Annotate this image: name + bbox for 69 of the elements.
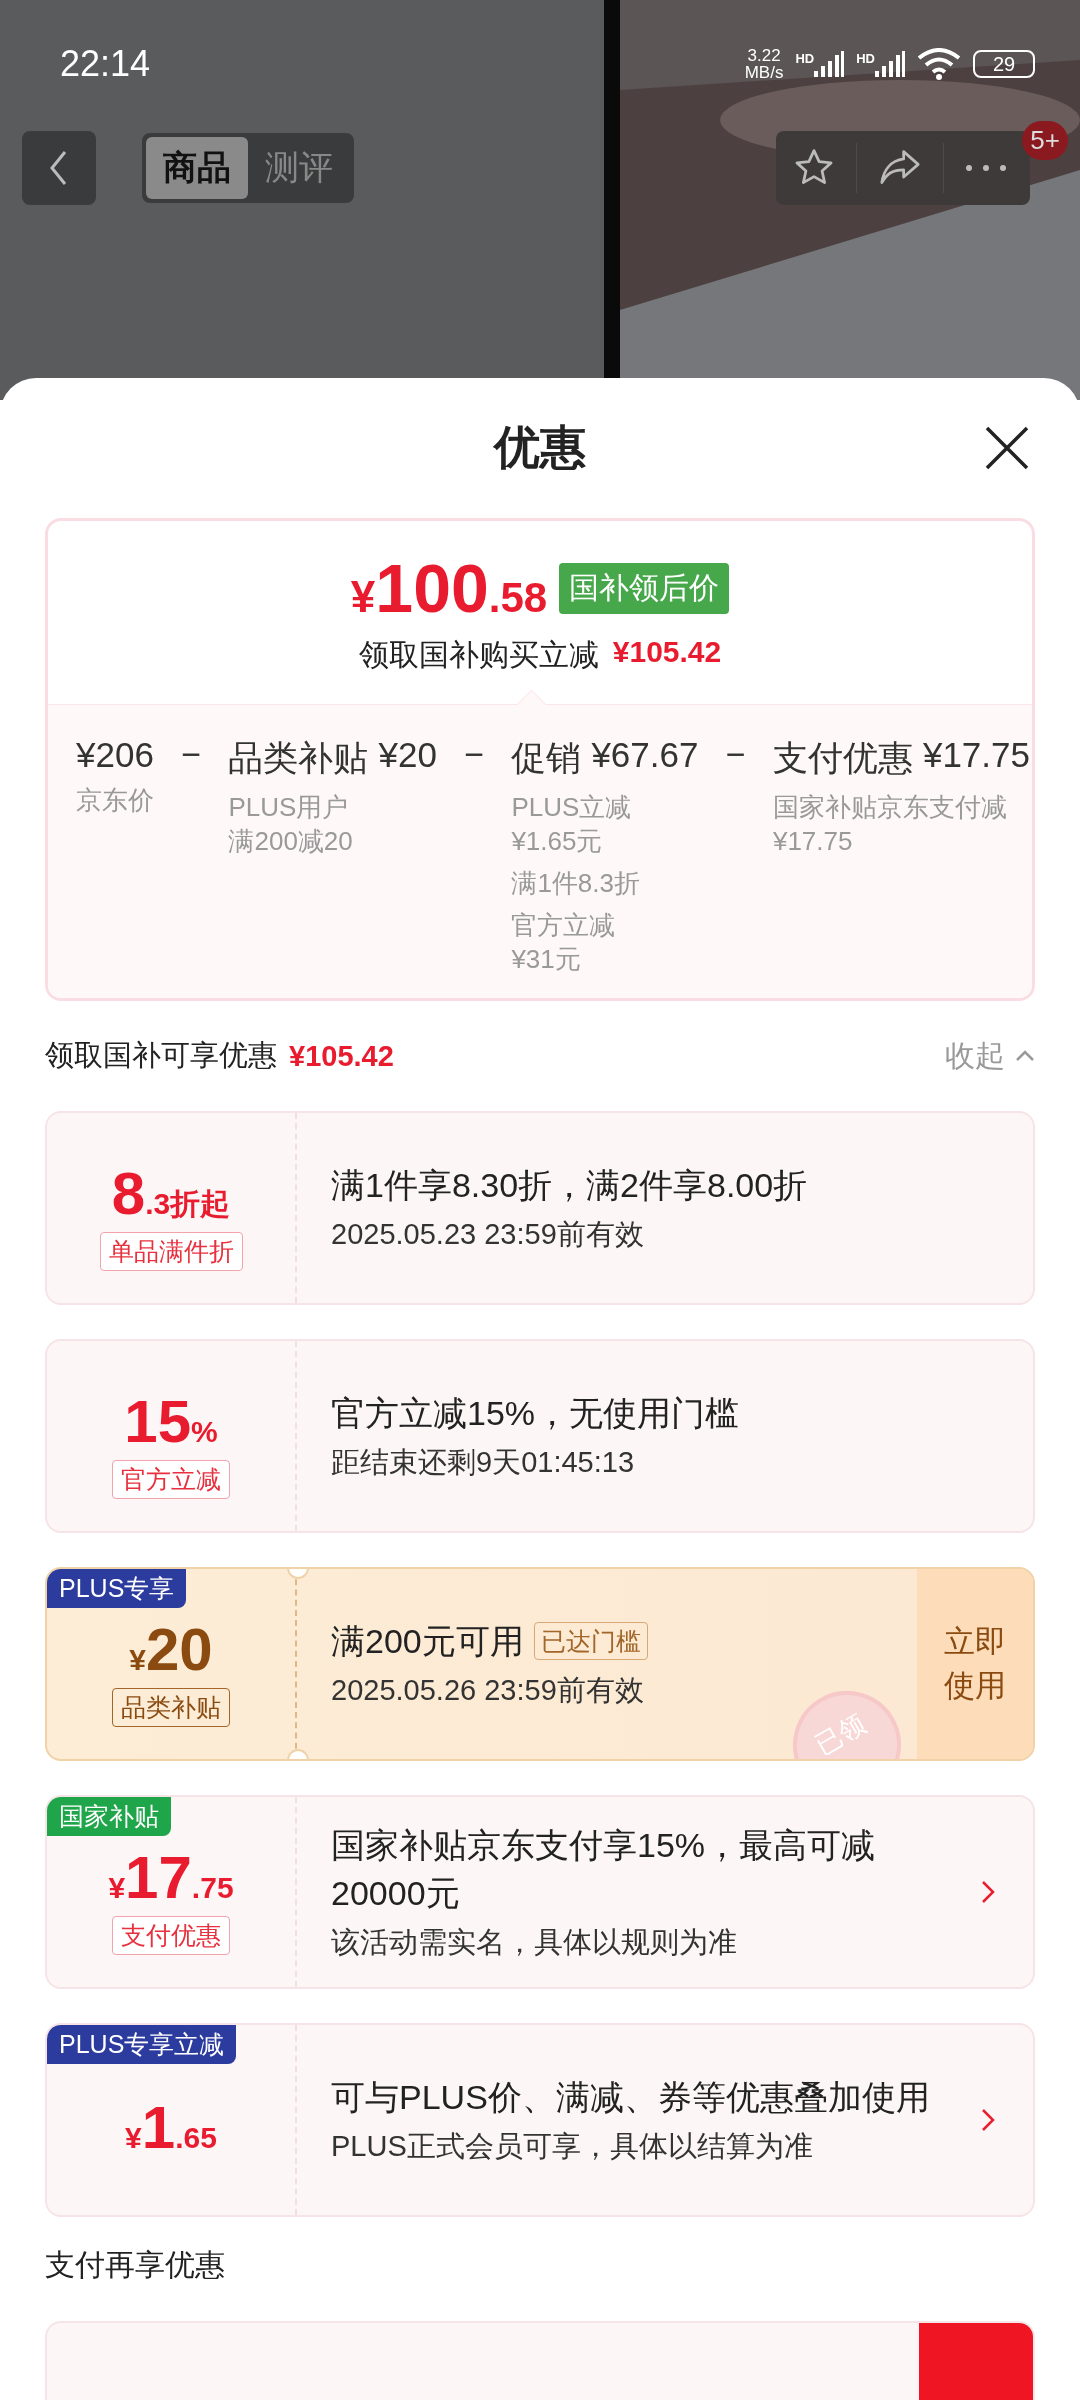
hd-label: HD	[795, 51, 815, 66]
breakdown-amount: ¥17.75	[922, 735, 1030, 776]
breakdown-label: 促销	[511, 737, 582, 779]
collapse-toggle[interactable]: 收起	[945, 1035, 1005, 1077]
section-title: 支付再享优惠	[45, 2248, 225, 2281]
price-tag: 国补领后价	[559, 562, 730, 614]
coupon-subtitle: 该活动需实名，具体以规则为准	[331, 1925, 738, 1960]
breakdown-note: 官方立减	[511, 909, 617, 942]
minus-sign: −	[463, 735, 486, 774]
sheet-title: 优惠	[494, 420, 586, 475]
breakdown-label: 品类补贴	[228, 737, 369, 779]
coupon-type-label: 支付优惠	[112, 1916, 230, 1955]
more-icon[interactable]	[964, 163, 1008, 173]
coupon-value: ¥1.65	[125, 2092, 217, 2162]
chevron-right-icon[interactable]	[981, 1880, 995, 1904]
nav-tab[interactable]: 商品	[146, 137, 248, 199]
final-price: ¥100.58	[350, 549, 548, 627]
coupon-subtitle: 2025.05.26 23:59前有效	[331, 1673, 645, 1708]
coupon-type-label: 品类补贴	[112, 1688, 230, 1727]
breakdown-note: ¥17.75	[772, 825, 854, 858]
breakdown-note: 满200减20	[228, 825, 354, 858]
breakdown-label: 支付优惠	[772, 737, 913, 779]
section-amount: ¥105.42	[289, 1039, 394, 1073]
use-now-button[interactable]: 立即使用	[917, 1569, 1033, 1759]
coupon-title: 可与PLUS价、满减、券等优惠叠加使用	[331, 2077, 930, 2118]
coupon-title: 国家补贴京东支付享15%，最高可减20000元	[331, 1825, 877, 1914]
coupon-subtitle: 距结束还剩9天01:45:13	[331, 1445, 635, 1480]
coupon-corner-tag: PLUS专享	[47, 1569, 187, 1608]
minus-sign: −	[724, 735, 747, 774]
threshold-tag: 已达门槛	[533, 1622, 648, 1660]
status-time: 22:14	[60, 43, 151, 85]
wifi-icon	[917, 48, 961, 80]
coupon-subtitle: 2025.05.23 23:59前有效	[331, 1217, 645, 1252]
chevron-up-icon	[1015, 1050, 1035, 1062]
close-icon[interactable]	[984, 425, 1030, 471]
coupon-value: ¥20	[129, 1615, 213, 1684]
signal-icon	[814, 51, 845, 77]
signal-icon	[875, 51, 905, 77]
breakdown-note: ¥1.65元	[511, 825, 604, 858]
minus-sign: −	[180, 735, 203, 774]
coupon-type-label: 单品满件折	[99, 1232, 243, 1271]
coupon-type-label: 官方立减	[112, 1460, 230, 1499]
hd-label: HD	[856, 51, 875, 66]
coupon-corner-tag: PLUS专享立减	[47, 2025, 237, 2064]
breakdown-note: 满1件8.3折	[511, 867, 641, 900]
breakdown-note: 京东价	[76, 784, 154, 817]
coupon-value: ¥17.75	[108, 1843, 234, 1912]
battery-icon: 29	[973, 50, 1035, 78]
breakdown-note: PLUS用户	[228, 791, 350, 824]
breakdown-note: PLUS立减	[511, 791, 633, 824]
section-title: 领取国补可享优惠	[45, 1038, 277, 1073]
saving-label: 领取国补购买立减	[358, 637, 599, 673]
coupon-title: 官方立减15%，无使用门槛	[331, 1393, 740, 1434]
coupon-title: 满200元可用	[331, 1621, 524, 1662]
network-speed: 3.22 MB/s	[744, 47, 784, 81]
saving-amount: ¥105.42	[612, 635, 722, 670]
back-button[interactable]	[22, 131, 96, 205]
coupon-value: 15%	[124, 1387, 218, 1456]
coupon-value: 8.3折起	[111, 1159, 231, 1228]
breakdown-note: ¥31元	[511, 943, 582, 976]
breakdown-note: 国家补贴京东支付减	[772, 791, 1008, 824]
breakdown-amount: ¥20	[378, 735, 437, 776]
chevron-right-icon[interactable]	[981, 2108, 995, 2132]
coupon-title: 满1件享8.30折，满2件享8.00折	[331, 1165, 808, 1206]
coupon-corner-tag: 国家补贴	[47, 1797, 171, 1836]
breakdown-amount: ¥67.67	[591, 735, 699, 776]
breakdown-amount: ¥206	[76, 735, 154, 775]
nav-tab[interactable]: 测评	[248, 137, 350, 199]
coupon-subtitle: PLUS正式会员可享，具体以结算为准	[331, 2129, 814, 2164]
